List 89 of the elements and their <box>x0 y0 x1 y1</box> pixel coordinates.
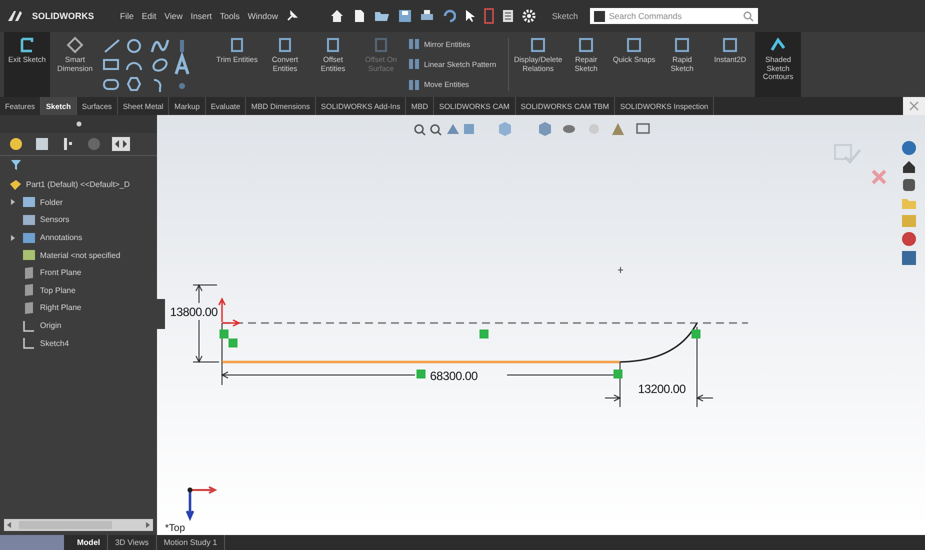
relation-marker <box>614 370 622 378</box>
folder-icon[interactable] <box>374 9 390 23</box>
view-label: *Top <box>165 523 186 534</box>
feature-tree-tab-icon[interactable] <box>8 136 24 152</box>
menu-item[interactable]: File <box>120 11 134 21</box>
settings-icon[interactable] <box>522 9 536 23</box>
square-icon <box>372 36 390 54</box>
collapse-icon[interactable] <box>76 121 82 127</box>
square-icon <box>625 36 644 54</box>
relation-marker <box>480 330 488 338</box>
scroll-left-icon[interactable] <box>7 522 12 528</box>
square-icon <box>577 36 596 54</box>
app-name: SOLIDWORKS <box>32 11 94 21</box>
zoom-fit-icon[interactable] <box>414 124 426 136</box>
tree-item[interactable]: Front Plane <box>40 268 82 278</box>
scrollbar[interactable] <box>4 519 153 531</box>
relation-marker <box>220 330 228 338</box>
tree-item[interactable]: Sketch4 <box>40 338 69 348</box>
home-icon[interactable] <box>330 9 344 23</box>
square-icon <box>228 36 246 54</box>
home-icon[interactable] <box>903 161 915 173</box>
tree-item[interactable]: Top Plane <box>40 286 76 295</box>
tree-item[interactable]: Right Plane <box>40 303 82 312</box>
document-name: Sketch <box>552 11 578 21</box>
bottom-tab[interactable]: 3D Views <box>108 535 157 550</box>
annotation-icon <box>22 230 36 245</box>
filter-icon[interactable] <box>10 159 22 171</box>
square-icon <box>324 36 342 54</box>
square-icon <box>721 36 740 54</box>
menu-item[interactable]: Insert <box>190 11 212 21</box>
tree-item[interactable]: Folder <box>40 198 63 207</box>
menu-item[interactable]: Edit <box>142 11 156 21</box>
square-icon <box>529 36 548 54</box>
menu-item[interactable]: Window <box>248 11 278 21</box>
monitor-icon[interactable] <box>636 123 650 134</box>
bars-icon <box>408 78 420 91</box>
relation-marker <box>416 370 426 378</box>
part-icon <box>8 178 22 192</box>
printer-icon[interactable] <box>420 9 434 23</box>
save-icon[interactable] <box>398 9 412 23</box>
tree-item[interactable]: Annotations <box>40 233 82 242</box>
dimension-value: 13800.00 <box>170 305 218 319</box>
sketch-icon <box>22 336 36 350</box>
tree-item[interactable]: Part1 (Default) <<Default>_D <box>26 180 130 190</box>
plane-icon <box>22 266 36 280</box>
tree-item[interactable]: Material <not specified <box>40 250 120 260</box>
relation-marker <box>228 338 238 348</box>
search-field[interactable]: Search Commands <box>590 8 758 24</box>
cursor-icon[interactable] <box>464 9 476 23</box>
origin-icon <box>218 297 241 327</box>
panel-toggle[interactable] <box>157 299 165 329</box>
zoom-area-icon[interactable] <box>430 124 442 136</box>
bars-icon <box>408 38 420 50</box>
plane-icon <box>22 300 36 315</box>
diamond-icon <box>66 36 84 54</box>
bars-icon <box>408 58 420 70</box>
bottom-tab[interactable]: Model <box>70 535 108 550</box>
search-field[interactable]: Search Commands <box>608 11 739 21</box>
dimension-value: 13200.00 <box>638 382 686 396</box>
axis-triad-icon <box>186 486 218 522</box>
relation-marker <box>692 330 700 338</box>
logo-icon <box>6 9 24 23</box>
menu-item[interactable]: Tools <box>220 11 240 21</box>
folder-icon <box>22 195 36 210</box>
cube-icon[interactable] <box>539 122 551 136</box>
square-icon <box>673 36 692 54</box>
check-icon[interactable] <box>834 144 861 164</box>
menu-item[interactable]: View <box>164 11 183 21</box>
tree-item[interactable]: Sensors <box>40 215 70 224</box>
plane-icon <box>22 283 36 298</box>
document-icon[interactable] <box>502 9 514 23</box>
square-icon <box>276 36 294 54</box>
exit-sketch-icon <box>18 36 36 54</box>
sensor-icon <box>22 212 36 227</box>
expand-arrow-icon[interactable] <box>10 198 16 206</box>
search-icon[interactable] <box>742 10 754 22</box>
undo-icon[interactable] <box>442 9 456 23</box>
tree-item[interactable]: Origin <box>40 321 62 330</box>
bottom-tab[interactable]: Motion Study 1 <box>156 535 226 550</box>
material-icon <box>22 248 36 262</box>
eye-icon[interactable] <box>563 125 575 133</box>
scroll-arrows-icon[interactable] <box>112 137 130 151</box>
pin-icon[interactable] <box>286 10 298 22</box>
scroll-right-icon[interactable] <box>145 522 150 528</box>
dimension-value: 68300.00 <box>430 369 478 383</box>
cursor-cross <box>618 266 624 274</box>
origin-icon <box>22 318 36 333</box>
expand-arrow-icon[interactable] <box>10 234 16 242</box>
close-icon[interactable] <box>903 97 925 115</box>
